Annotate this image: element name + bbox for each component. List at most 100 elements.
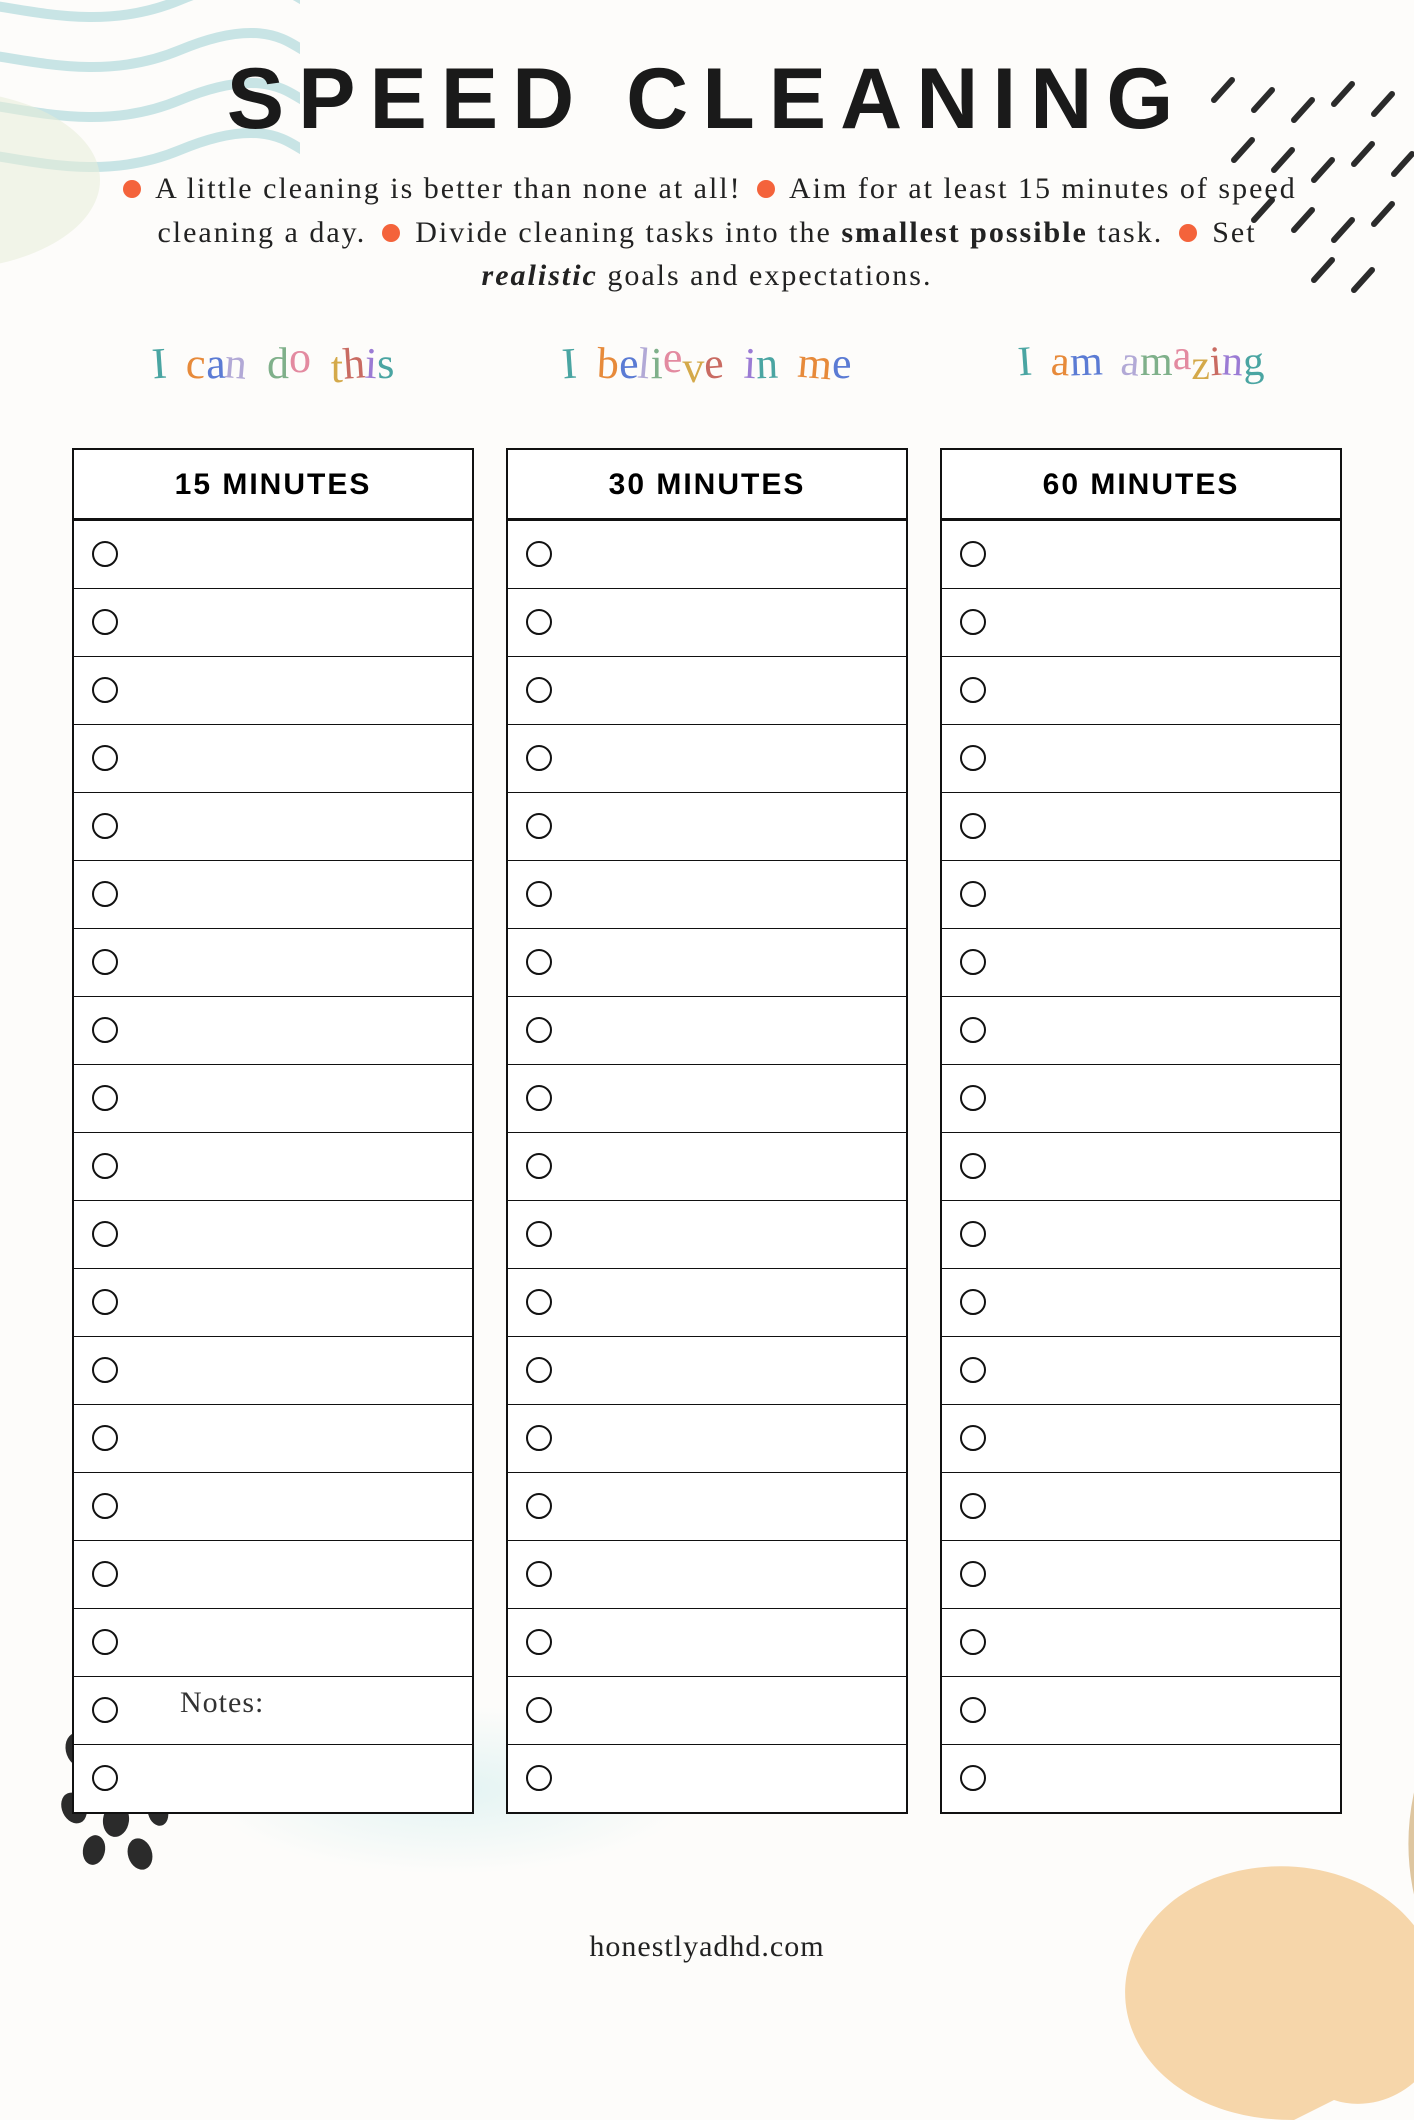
task-checkbox[interactable] [960,949,986,975]
task-row [942,1200,1340,1268]
task-checkbox[interactable] [960,1493,986,1519]
task-checkbox[interactable] [960,1017,986,1043]
task-checkbox[interactable] [526,1085,552,1111]
task-row [508,928,906,996]
task-row [74,1336,472,1404]
task-row [508,1744,906,1812]
task-row [74,1200,472,1268]
task-row [74,1132,472,1200]
task-checkbox[interactable] [526,1629,552,1655]
task-row [74,1404,472,1472]
task-checkbox[interactable] [960,1153,986,1179]
task-row [942,1744,1340,1812]
task-checkbox[interactable] [92,1561,118,1587]
task-checkbox[interactable] [960,1561,986,1587]
task-checkbox[interactable] [960,1357,986,1383]
task-row [942,1336,1340,1404]
task-checkbox[interactable] [92,1085,118,1111]
task-checkbox[interactable] [960,1765,986,1791]
tip-text: goals and expectations. [598,259,933,292]
task-row [508,1676,906,1744]
tip-italic: realistic [482,259,598,292]
task-checkbox[interactable] [92,1289,118,1315]
task-row [74,1268,472,1336]
task-checkbox[interactable] [92,1357,118,1383]
task-row [942,928,1340,996]
column-60-minutes: I am amazing 60 MINUTES [940,338,1342,1814]
task-row [508,588,906,656]
task-row [942,1472,1340,1540]
task-checkbox[interactable] [92,1221,118,1247]
task-checkbox[interactable] [526,677,552,703]
task-row [74,656,472,724]
task-checkbox[interactable] [92,813,118,839]
task-checkbox[interactable] [92,949,118,975]
task-row [74,928,472,996]
task-checkbox[interactable] [526,1425,552,1451]
task-checkbox[interactable] [526,1221,552,1247]
intro-tips: A little cleaning is better than none at… [117,167,1297,298]
task-checkbox[interactable] [92,881,118,907]
task-row [942,1676,1340,1744]
tip-text: Divide cleaning tasks into the [415,216,841,249]
task-row [508,1064,906,1132]
task-row [74,1472,472,1540]
task-checkbox[interactable] [526,1153,552,1179]
task-checkbox[interactable] [526,745,552,771]
task-checkbox[interactable] [960,541,986,567]
task-checkbox[interactable] [92,1425,118,1451]
task-checkbox[interactable] [92,1629,118,1655]
task-checkbox[interactable] [92,1493,118,1519]
task-checkbox[interactable] [960,745,986,771]
task-row [508,996,906,1064]
task-row [942,724,1340,792]
task-checkbox[interactable] [960,1629,986,1655]
task-checkbox[interactable] [92,609,118,635]
task-checkbox[interactable] [960,677,986,703]
task-row [942,996,1340,1064]
task-checkbox[interactable] [526,1357,552,1383]
task-checkbox[interactable] [960,1085,986,1111]
task-checkbox[interactable] [92,1153,118,1179]
task-checkbox[interactable] [960,1425,986,1451]
task-checkbox[interactable] [526,1289,552,1315]
task-checkbox[interactable] [92,541,118,567]
column-header: 60 MINUTES [942,450,1340,520]
task-row [74,520,472,588]
notes-label: Notes: [180,1686,264,1720]
task-checkbox[interactable] [960,813,986,839]
task-row [508,656,906,724]
task-checkbox[interactable] [92,1697,118,1723]
bullet-icon [123,180,141,198]
task-checkbox[interactable] [526,881,552,907]
task-row [74,1744,472,1812]
task-checkbox[interactable] [92,677,118,703]
task-checkbox[interactable] [960,1697,986,1723]
task-row [74,996,472,1064]
task-checkbox[interactable] [526,949,552,975]
task-checkbox[interactable] [92,1765,118,1791]
tip-text: task. [1088,216,1163,249]
task-row [74,792,472,860]
task-checkbox[interactable] [92,745,118,771]
task-checkbox[interactable] [526,813,552,839]
task-row [74,724,472,792]
task-checkbox[interactable] [92,1017,118,1043]
task-checkbox[interactable] [960,1221,986,1247]
tip-text: A little cleaning is better than none at… [155,172,742,205]
task-checkbox[interactable] [526,1561,552,1587]
task-checkbox[interactable] [526,1493,552,1519]
task-checkbox[interactable] [960,881,986,907]
task-row [942,588,1340,656]
task-checkbox[interactable] [960,1289,986,1315]
task-checkbox[interactable] [526,541,552,567]
column-header: 15 MINUTES [74,450,472,520]
task-checkbox[interactable] [526,1017,552,1043]
task-checkbox[interactable] [526,1765,552,1791]
task-checkbox[interactable] [960,609,986,635]
task-checkbox[interactable] [526,1697,552,1723]
affirmation-1: I can do this [72,338,474,448]
task-checkbox[interactable] [526,609,552,635]
task-row [74,1608,472,1676]
task-row [942,1404,1340,1472]
